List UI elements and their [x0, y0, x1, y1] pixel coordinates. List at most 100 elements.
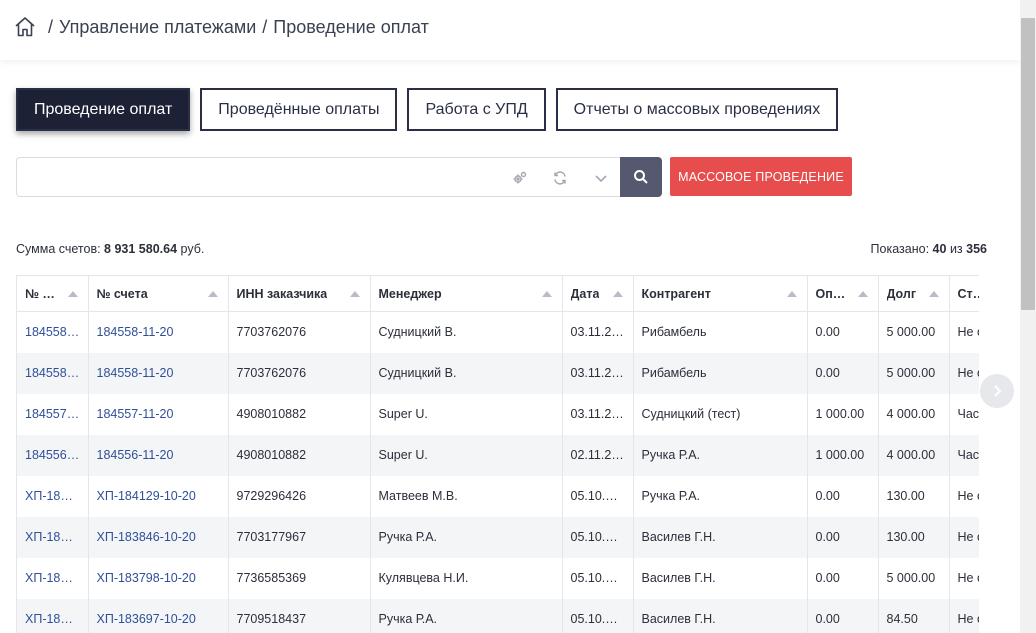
- table-row[interactable]: ХП-184129-10-20ХП-184129-10-209729296426…: [17, 475, 979, 517]
- column-header[interactable]: Менеджер: [370, 275, 563, 312]
- breadcrumb: / Управление платежами / Проведение опла…: [14, 16, 429, 38]
- table-cell: 03.11.2020: [562, 393, 634, 435]
- table-cell-link[interactable]: 184558-11-20: [17, 311, 89, 353]
- table-header-row: № п/п № счета ИНН заказчика Менеджер Дата Кон…: [17, 275, 979, 312]
- table-cell: 7703762076: [228, 352, 371, 394]
- invoice-sum-value: 8 931 580.64: [104, 242, 178, 256]
- settings-gears-icon[interactable]: [512, 170, 528, 186]
- table-cell-link[interactable]: ХП-183697-10-20: [88, 598, 229, 633]
- sort-arrow-icon[interactable]: [857, 291, 868, 297]
- table-cell-link[interactable]: 184556-11-20: [17, 434, 89, 476]
- page-header: / Управление платежами / Проведение опла…: [0, 0, 1020, 60]
- invoice-sum: Сумма счетов: 8 931 580.64 руб.: [16, 242, 204, 256]
- breadcrumb-separator: /: [48, 16, 54, 37]
- tab-mass-reports[interactable]: Отчеты о массовых проведениях: [555, 88, 839, 131]
- search-icon: [634, 170, 648, 184]
- search-button[interactable]: [620, 157, 662, 197]
- column-header-label: ИНН заказчика: [236, 286, 328, 301]
- breadcrumb-item-current: Проведение оплат: [273, 16, 429, 37]
- shown-number: 40: [932, 242, 947, 256]
- mass-processing-button[interactable]: МАССОВОЕ ПРОВЕДЕНИЕ: [670, 157, 852, 196]
- table-cell-link[interactable]: ХП-183697-10-20: [17, 598, 89, 633]
- table-cell: Ручка Р.А.: [633, 475, 808, 517]
- table-cell: Super U.: [370, 434, 563, 476]
- table-cell: 03.11.2020: [562, 311, 634, 353]
- table-cell: Рибамбель: [633, 311, 808, 353]
- table-cell: 1 000.00: [807, 393, 879, 435]
- column-header[interactable]: Дата: [562, 275, 634, 312]
- table-cell-link[interactable]: ХП-184129-10-20: [88, 475, 229, 517]
- sort-arrow-icon[interactable]: [928, 291, 939, 297]
- table-cell: Частично: [949, 393, 979, 435]
- table-cell: 5 000.00: [878, 352, 950, 394]
- table-cell: 7709518437: [228, 598, 371, 633]
- sort-arrow-icon[interactable]: [349, 291, 360, 297]
- column-header[interactable]: Статус: [949, 275, 979, 312]
- table-cell: 0.00: [807, 557, 879, 599]
- table-row[interactable]: 184558-11-20184558-11-207703762076Судниц…: [17, 311, 979, 353]
- column-header-label: № п/п: [25, 286, 58, 301]
- column-header[interactable]: № счета: [88, 275, 229, 312]
- refresh-icon[interactable]: [552, 170, 568, 186]
- table-cell: 7703177967: [228, 516, 371, 558]
- table-row[interactable]: ХП-183846-10-20ХП-183846-10-207703177967…: [17, 516, 979, 558]
- chevron-right-icon: [994, 385, 1002, 397]
- table-cell: Не оплачен: [949, 475, 979, 517]
- breadcrumb-item-payments[interactable]: Управление платежами: [59, 17, 256, 38]
- table-cell-link[interactable]: 184558-11-20: [88, 311, 229, 353]
- table-cell-link[interactable]: 184558-11-20: [17, 352, 89, 394]
- column-header[interactable]: № п/п: [17, 275, 89, 312]
- sort-arrow-icon[interactable]: [786, 291, 797, 297]
- table-cell: 7736585369: [228, 557, 371, 599]
- column-header[interactable]: Оплачено: [807, 275, 879, 312]
- scroll-right-button[interactable]: [980, 374, 1014, 408]
- table-cell-link[interactable]: ХП-184129-10-20: [17, 475, 89, 517]
- table-cell-link[interactable]: 184558-11-20: [88, 352, 229, 394]
- table-cell: Не оплачен: [949, 598, 979, 633]
- search-input[interactable]: [25, 164, 495, 190]
- table-cell: 0.00: [807, 475, 879, 517]
- table-row[interactable]: 184557-11-20184557-11-204908010882Super …: [17, 393, 979, 435]
- table-row[interactable]: 184556-11-20184556-11-204908010882Super …: [17, 434, 979, 476]
- column-header[interactable]: ИНН заказчика: [228, 275, 371, 312]
- table-cell: 0.00: [807, 598, 879, 633]
- sort-arrow-icon[interactable]: [67, 291, 78, 297]
- table-cell: 4 000.00: [878, 434, 950, 476]
- table-cell-link[interactable]: ХП-183846-10-20: [17, 516, 89, 558]
- page: / Управление платежами / Проведение опла…: [0, 0, 1036, 633]
- table-row[interactable]: ХП-183697-10-20ХП-183697-10-207709518437…: [17, 598, 979, 633]
- table-cell-link[interactable]: ХП-183846-10-20: [88, 516, 229, 558]
- table-cell: Рибамбель: [633, 352, 808, 394]
- column-header[interactable]: Контрагент: [633, 275, 808, 312]
- tab-processed-payments[interactable]: Проведённые оплаты: [200, 88, 398, 131]
- table-cell-link[interactable]: ХП-183798-10-20: [17, 557, 89, 599]
- table-cell: Не оплачен: [949, 516, 979, 558]
- table-row[interactable]: ХП-183798-10-20ХП-183798-10-207736585369…: [17, 557, 979, 599]
- column-header[interactable]: Долг: [878, 275, 950, 312]
- table-cell: 0.00: [807, 352, 879, 394]
- page-scrollbar-thumb[interactable]: [1021, 18, 1035, 310]
- table-cell: Судницкий В.: [370, 352, 563, 394]
- sort-arrow-icon[interactable]: [541, 291, 552, 297]
- sort-arrow-icon[interactable]: [207, 291, 218, 297]
- tab-payment-processing[interactable]: Проведение оплат: [16, 88, 191, 131]
- shown-label: Показано:: [870, 242, 930, 256]
- shown-of: из: [949, 242, 963, 256]
- table-row[interactable]: 184558-11-20184558-11-207703762076Судниц…: [17, 352, 979, 394]
- shown-count: Показано: 40 из 356: [871, 242, 987, 256]
- table-cell-link[interactable]: 184557-11-20: [17, 393, 89, 435]
- table-cell-link[interactable]: 184557-11-20: [88, 393, 229, 435]
- table-cell: Не оплачен: [949, 557, 979, 599]
- column-header-label: Контрагент: [641, 286, 711, 301]
- chevron-down-icon[interactable]: [593, 170, 609, 186]
- payments-table-wrapper[interactable]: № п/п № счета ИНН заказчика Менеджер Дата Кон…: [16, 275, 979, 633]
- home-icon[interactable]: [14, 16, 36, 38]
- payments-table: № п/п № счета ИНН заказчика Менеджер Дата Кон…: [17, 275, 979, 633]
- table-cell: Super U.: [370, 393, 563, 435]
- table-cell-link[interactable]: 184556-11-20: [88, 434, 229, 476]
- table-cell-link[interactable]: ХП-183798-10-20: [88, 557, 229, 599]
- table-cell: 130.00: [878, 475, 950, 517]
- sort-arrow-icon[interactable]: [612, 291, 623, 297]
- table-cell: 4908010882: [228, 393, 371, 435]
- tab-upd-work[interactable]: Работа с УПД: [407, 88, 546, 131]
